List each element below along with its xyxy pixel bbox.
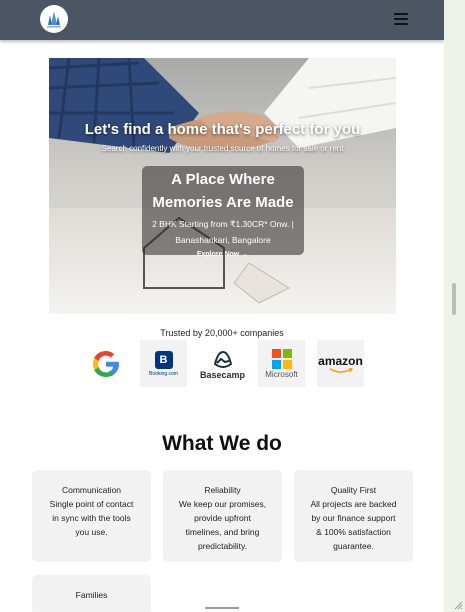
section-title: What We do [162, 432, 282, 455]
explore-now-link[interactable]: Explore Now → [49, 251, 396, 258]
top-navbar [0, 0, 444, 40]
card-desc-line: Single point of contact [49, 499, 134, 509]
promo-description: 2 BHK Starting from ₹1.30CR* Onw. | Bana… [142, 216, 304, 248]
booking-logo-icon: B Booking.com [140, 340, 187, 387]
partner-logos: B Booking.com Basecamp Microsoft amazon [0, 340, 444, 388]
card-desc-line: & 100% satisfaction [316, 527, 391, 537]
card-desc-line: All projects are backed [310, 499, 397, 509]
google-logo-icon [82, 340, 129, 387]
card-desc-line: We keep our promises, [178, 499, 267, 509]
promo-title-line2: Memories Are Made [152, 194, 294, 211]
hero-subtitle: Search confidently with your trusted sou… [101, 144, 344, 153]
card-desc-line: you use. [75, 527, 108, 537]
card-title: Families [75, 590, 108, 600]
feature-card-quality: Quality First All projects are backed by… [294, 470, 413, 562]
feature-card-reliability: Reliability We keep our promises, provid… [163, 470, 282, 562]
card-desc-line: timelines, and bring [185, 527, 260, 537]
promo-card: A Place Where Memories Are Made 2 BHK St… [142, 166, 304, 255]
card-title: Quality First [330, 485, 377, 495]
card-title: Communication [61, 485, 122, 495]
amazon-logo-icon: amazon [317, 340, 364, 387]
promo-title-line1: A Place Where [171, 171, 275, 188]
card-desc-line: provide upfront [194, 513, 251, 523]
hamburger-menu-icon[interactable] [394, 13, 408, 25]
company-logo-icon[interactable] [40, 5, 68, 33]
bottom-scroll-indicator [205, 607, 239, 609]
microsoft-logo-icon: Microsoft [258, 340, 305, 387]
card-desc-line: by our finance support [311, 513, 396, 523]
hero-title: Let's find a home that's perfect for you [84, 121, 361, 138]
trusted-label: Trusted by 20,000+ companies [160, 328, 284, 338]
feature-card-communication: Communication Single point of contact in… [32, 470, 151, 562]
promo-title: A Place Where Memories Are Made [142, 166, 304, 214]
feature-card-families: Families [32, 575, 151, 612]
resize-handle-icon[interactable] [453, 600, 463, 610]
scrollbar-thumb[interactable] [452, 283, 456, 315]
basecamp-logo-icon: Basecamp [199, 340, 246, 387]
hero-banner: Let's find a home that's perfect for you… [49, 58, 396, 314]
card-title: Reliability [204, 485, 241, 495]
card-desc-line: guarantee. [333, 541, 374, 551]
page: Let's find a home that's perfect for you… [0, 0, 444, 612]
card-desc-line: in sync with the tools [52, 513, 131, 523]
promo-desc-line1: 2 BHK Starting from ₹1.30CR* Onw. | [152, 219, 294, 229]
card-desc-line: predictability. [198, 541, 247, 551]
promo-desc-line2: Banashankari, Bangalore [175, 235, 271, 245]
